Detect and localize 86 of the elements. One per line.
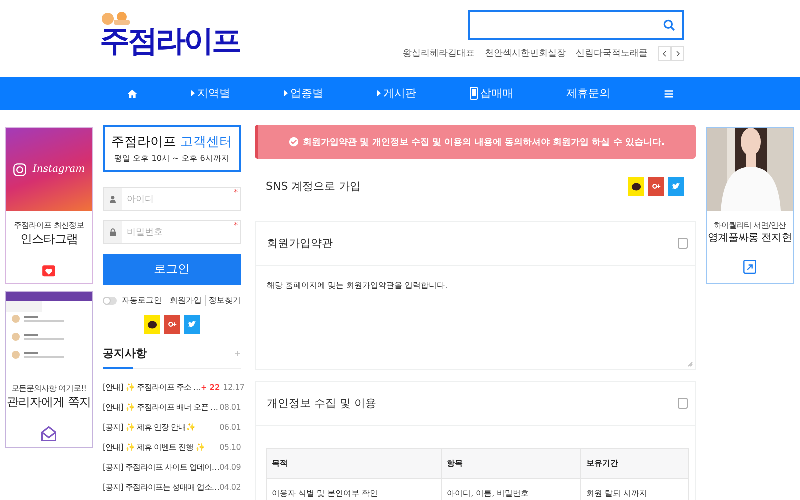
message-banner[interactable]: 모든문의사항 여기로!! 관리자에게 쪽지 <box>5 291 93 448</box>
twitter-button[interactable] <box>184 315 200 334</box>
auto-login-toggle[interactable] <box>103 296 117 304</box>
instagram-wordmark: Instagram <box>32 164 86 175</box>
banner-title: 관리자에게 쪽지 <box>7 394 91 411</box>
login-button[interactable]: 로그인 <box>103 254 241 285</box>
bird-icon <box>187 320 197 329</box>
notice-date: 04.09 <box>220 462 241 472</box>
nav-link[interactable]: 업종별 <box>284 86 324 101</box>
caret-icon <box>190 90 194 97</box>
keyword-link[interactable]: 천안섹시한민회실장 <box>485 47 566 60</box>
menu-button[interactable] <box>664 88 674 98</box>
notice-link[interactable]: [공지] ✨ 제휴 연장 안내✨ <box>103 422 196 432</box>
table-cell: 이용자 식별 및 본인여부 확인 <box>266 478 442 500</box>
sns-join-label: SNS 계정으로 가입 <box>266 179 362 194</box>
account-link[interactable]: 정보찾기 <box>209 295 241 306</box>
notice-date: 05.10 <box>220 442 241 452</box>
notice-link[interactable]: [공지] 주점라이프 사이트 업데이… <box>103 462 220 472</box>
external-link-icon <box>743 259 757 275</box>
banner-subtitle: 하이퀄리티 서면/연산 <box>714 220 786 231</box>
lock-icon <box>109 228 117 236</box>
notice-link[interactable]: [안내] ✨ 제휴 이벤트 진행 ✨ <box>103 442 205 452</box>
notice-link[interactable]: [안내] ✨ 주점라이프 주소 … <box>103 382 201 392</box>
kakao-button[interactable] <box>144 315 160 334</box>
chevron-left-icon <box>662 50 668 56</box>
required-mark: * <box>234 221 238 230</box>
banner-title: 영계풀싸롱 전지현 <box>708 231 792 245</box>
chat-bubble-icon <box>146 320 158 330</box>
promo-banner[interactable]: 하이퀄리티 서면/연산 영계풀싸롱 전지현 <box>706 127 794 284</box>
twitter-button[interactable] <box>668 177 684 196</box>
agree-checkbox[interactable] <box>678 398 688 409</box>
search-icon <box>663 18 676 32</box>
user-icon <box>109 194 117 204</box>
privacy-title: 개인정보 수집 및 이용 <box>267 396 376 411</box>
phone-icon <box>470 87 478 100</box>
previous-button[interactable] <box>658 46 671 61</box>
instagram-banner[interactable]: Instagram 주점라이프 최신정보 인스타그램 <box>5 127 93 284</box>
google-plus-icon <box>166 320 178 329</box>
keyword-link[interactable]: 신림다국적노래클 <box>576 47 648 60</box>
google-plus-icon <box>650 182 662 191</box>
customer-center-title: 주점라이프 고객센터 <box>111 134 233 151</box>
notice-date: 08.01 <box>220 402 241 412</box>
auto-login-label: 자동로그인 <box>122 295 162 306</box>
envelope-icon <box>40 425 58 443</box>
banner-subtitle: 모든문의사항 여기로!! <box>12 383 86 394</box>
nav-link[interactable]: 삽매매 <box>470 86 514 101</box>
banner-title: 인스타그램 <box>20 231 78 248</box>
bird-icon <box>671 182 681 191</box>
nav-link[interactable]: 제휴문의 <box>566 86 610 101</box>
column-header: 항목 <box>442 448 581 478</box>
required-mark: * <box>234 188 238 197</box>
agree-checkbox[interactable] <box>678 238 688 249</box>
home-link[interactable] <box>126 88 138 98</box>
kakao-button[interactable] <box>628 177 644 196</box>
id-field[interactable]: 아이디 * <box>103 187 241 211</box>
menu-icon <box>664 88 674 98</box>
notice-link[interactable]: [안내] ✨ 주점라이프 배너 오픈 … <box>103 402 218 412</box>
password-field[interactable]: 비밀번호 * <box>103 220 241 244</box>
keyword-link[interactable]: 왕십리헤라김대표 <box>403 47 475 60</box>
business-hours: 평일 오후 10시 ~ 오후 6시까지 <box>114 153 230 164</box>
notice-heading: 공지사항 <box>103 346 147 361</box>
column-header: 보유기간 <box>580 448 688 478</box>
search-field[interactable] <box>468 10 684 40</box>
google-plus-button[interactable] <box>648 177 664 196</box>
caret-icon <box>376 90 380 97</box>
home-icon <box>126 88 138 98</box>
notice-link[interactable]: [공지] 주점라이프는 성매매 업소… <box>103 482 220 492</box>
column-header: 목적 <box>266 448 442 478</box>
camera-icon <box>12 162 27 176</box>
resize-grip-icon <box>687 361 693 367</box>
notice-date: 06.01 <box>220 422 241 432</box>
account-link[interactable]: 회원가입 <box>170 295 202 306</box>
site-logo[interactable]: 주점라이프 <box>100 26 240 58</box>
banner-subtitle: 주점라이프 최신정보 <box>14 220 84 231</box>
google-plus-button[interactable] <box>164 315 180 334</box>
caret-icon <box>284 90 288 97</box>
chevron-right-icon <box>674 50 680 56</box>
check-circle-icon <box>289 137 300 147</box>
terms-title: 회원가입약관 <box>267 236 333 251</box>
chat-bubble-icon <box>630 182 642 192</box>
next-button[interactable] <box>671 46 684 61</box>
nav-link[interactable]: 게시판 <box>376 86 416 101</box>
notice-date: 12.17 <box>223 382 245 392</box>
nav-link[interactable]: 지역별 <box>190 86 230 101</box>
alert-text: 회원가입약관 및 개인정보 수집 및 이용의 내용에 동의하셔야 회원가입 하실 수 있습니다. <box>303 136 665 148</box>
notice-date: 04.02 <box>220 482 241 492</box>
